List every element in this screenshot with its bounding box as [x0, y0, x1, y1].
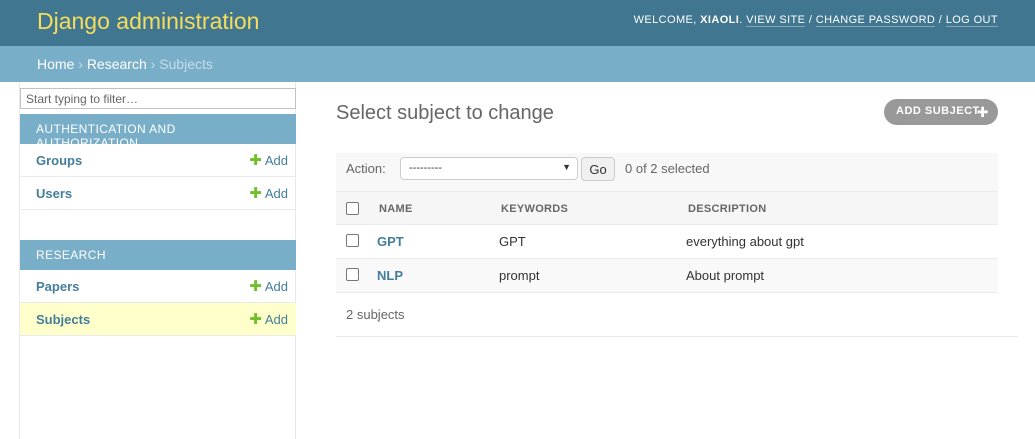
header: Django administration Welcome, XIAOLI. V… [0, 0, 1035, 46]
sidebar-item-subjects-link[interactable]: Subjects [36, 312, 90, 327]
breadcrumb-separator: › [78, 56, 83, 72]
column-header-description[interactable]: Description [688, 203, 766, 215]
sidebar-item-papers: Papers ✚ Add [20, 270, 296, 303]
selection-counter: 0 of 2 selected [625, 161, 710, 176]
plus-icon: ✚ [249, 185, 262, 202]
chevron-down-icon: ▼ [562, 162, 571, 172]
row-checkbox[interactable] [346, 234, 359, 247]
row-description: About prompt [686, 268, 765, 283]
view-site-link[interactable]: View site [746, 14, 806, 27]
username: XIAOLI [700, 14, 740, 26]
change-password-link[interactable]: Change password [815, 14, 936, 27]
sidebar-item-papers-link[interactable]: Papers [36, 279, 79, 294]
row-name-link[interactable]: NLP [377, 268, 403, 283]
add-subject-label: Add subject [896, 105, 980, 117]
user-tools: Welcome, XIAOLI. View site / Change pass… [633, 14, 998, 27]
result-list: Name Keywords Description GPT GPT everyt… [336, 191, 998, 293]
module-caption-research[interactable]: Research [20, 240, 296, 270]
action-select[interactable]: --------- ▼ [400, 157, 578, 180]
sidebar-item-users: Users ✚ Add [20, 177, 296, 210]
table-header: Name Keywords Description [336, 191, 998, 225]
add-subjects-link[interactable]: ✚ Add [249, 312, 288, 327]
breadcrumb-research[interactable]: Research [87, 56, 147, 72]
sidebar-item-users-link[interactable]: Users [36, 186, 72, 201]
go-button[interactable]: Go [581, 157, 615, 181]
site-branding[interactable]: Django administration [37, 8, 259, 35]
nav-sidebar: Authentication and Authorization Groups … [19, 82, 296, 439]
sidebar-item-groups-link[interactable]: Groups [36, 153, 82, 168]
add-subject-button[interactable]: Add subject ✚ [884, 99, 998, 125]
table-row: NLP prompt About prompt [336, 259, 998, 293]
add-users-link[interactable]: ✚ Add [249, 186, 288, 201]
plus-icon: ✚ [249, 311, 262, 328]
add-label: Add [264, 186, 288, 201]
breadcrumb-current: Subjects [159, 56, 213, 72]
breadcrumb-home[interactable]: Home [37, 56, 74, 72]
table-row: GPT GPT everything about gpt [336, 225, 998, 259]
column-header-name[interactable]: Name [379, 203, 413, 215]
breadcrumb-separator: › [150, 56, 156, 72]
add-label: Add [264, 312, 288, 327]
row-checkbox[interactable] [346, 268, 359, 281]
add-label: Add [264, 279, 288, 294]
breadcrumb: Home › Research › Subjects [0, 46, 1035, 82]
page-title: Select subject to change [336, 102, 554, 124]
module-caption-auth[interactable]: Authentication and Authorization [20, 114, 296, 150]
add-circle-icon: ✚ [976, 104, 989, 120]
row-keywords: prompt [499, 268, 540, 283]
plus-icon: ✚ [249, 278, 262, 295]
action-select-value: --------- [409, 162, 442, 174]
add-papers-link[interactable]: ✚ Add [249, 279, 288, 294]
select-all-checkbox[interactable] [346, 202, 359, 215]
sidebar-item-subjects: Subjects ✚ Add [20, 303, 296, 336]
row-description: everything about gpt [686, 234, 804, 249]
plus-icon: ✚ [249, 152, 262, 169]
sidebar-item-groups: Groups ✚ Add [20, 144, 296, 177]
add-groups-link[interactable]: ✚ Add [249, 153, 288, 168]
sidebar-filter-input[interactable] [20, 88, 296, 109]
row-keywords: GPT [499, 234, 526, 249]
separator: / [808, 14, 813, 26]
add-label: Add [264, 153, 288, 168]
welcome-text: Welcome, [633, 14, 697, 26]
action-label: Action: [346, 161, 386, 176]
column-header-keywords[interactable]: Keywords [501, 203, 568, 215]
actions-bar: Action: --------- ▼ Go 0 of 2 selected [336, 153, 998, 191]
separator: / [938, 14, 943, 26]
log-out-link[interactable]: Log out [945, 14, 998, 27]
row-name-link[interactable]: GPT [377, 234, 404, 249]
paginator: 2 subjects [336, 293, 1018, 337]
